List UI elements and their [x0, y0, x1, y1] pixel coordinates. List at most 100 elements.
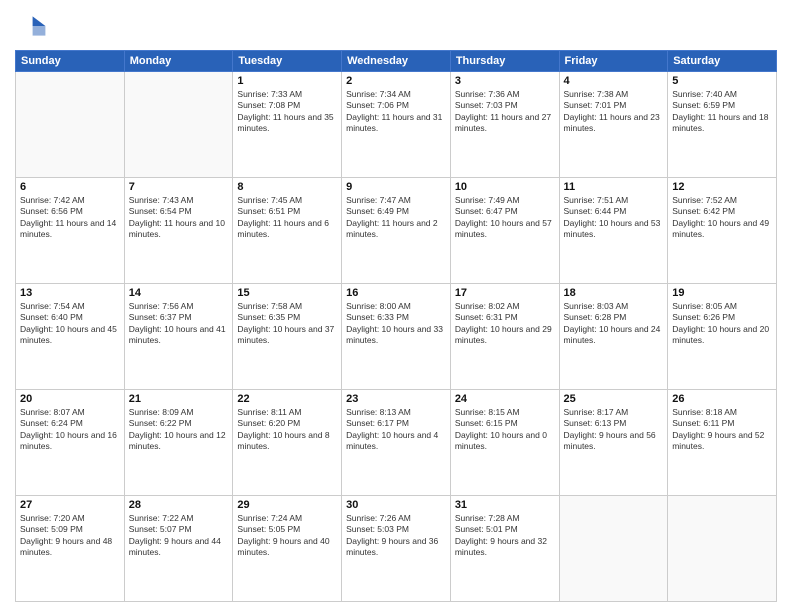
- calendar-cell: [668, 496, 777, 602]
- day-number: 17: [455, 287, 555, 299]
- calendar-cell: 25Sunrise: 8:17 AM Sunset: 6:13 PM Dayli…: [559, 390, 668, 496]
- cell-info: Sunrise: 8:11 AM Sunset: 6:20 PM Dayligh…: [237, 407, 337, 453]
- calendar-header-row: SundayMondayTuesdayWednesdayThursdayFrid…: [16, 51, 777, 72]
- day-number: 13: [20, 287, 120, 299]
- day-number: 3: [455, 75, 555, 87]
- weekday-header: Monday: [124, 51, 233, 72]
- weekday-header: Saturday: [668, 51, 777, 72]
- calendar-cell: 9Sunrise: 7:47 AM Sunset: 6:49 PM Daylig…: [342, 178, 451, 284]
- calendar-cell: 20 Sunrise: 8:07 AM Sunset: 6:24 PM Dayli…: [16, 390, 125, 496]
- cell-info: Sunrise: 7:43 AM Sunset: 6:54 PM Dayligh…: [129, 195, 229, 241]
- cell-info: Sunrise: 7:56 AM Sunset: 6:37 PM Dayligh…: [129, 301, 229, 347]
- cell-info: Sunrise: 7:26 AM Sunset: 5:03 PM Dayligh…: [346, 513, 446, 559]
- day-number: 30: [346, 499, 446, 511]
- calendar-cell: 26 Sunrise: 8:18 AM Sunset: 6:11 PM Dayli…: [668, 390, 777, 496]
- cell-info: Sunrise: 7:40 AM Sunset: 6:59 PM Dayligh…: [672, 89, 772, 135]
- calendar-week-row: 20 Sunrise: 8:07 AM Sunset: 6:24 PM Dayli…: [16, 390, 777, 496]
- calendar-cell: 23 Sunrise: 8:13 AM Sunset: 6:17 PM Dayli…: [342, 390, 451, 496]
- cell-info: Sunrise: 8:13 AM Sunset: 6:17 PM Dayligh…: [346, 407, 446, 453]
- day-number: 12: [672, 181, 772, 193]
- calendar-cell: 1Sunrise: 7:33 AM Sunset: 7:08 PM Daylig…: [233, 72, 342, 178]
- calendar-week-row: 1Sunrise: 7:33 AM Sunset: 7:08 PM Daylig…: [16, 72, 777, 178]
- calendar-cell: 24 Sunrise: 8:15 AM Sunset: 6:15 PM Dayli…: [450, 390, 559, 496]
- calendar-cell: 15 Sunrise: 7:58 AM Sunset: 6:35 PM Dayli…: [233, 284, 342, 390]
- cell-info: Sunrise: 7:58 AM Sunset: 6:35 PM Dayligh…: [237, 301, 337, 347]
- calendar-cell: 22 Sunrise: 8:11 AM Sunset: 6:20 PM Dayli…: [233, 390, 342, 496]
- day-number: 15: [237, 287, 337, 299]
- day-number: 27: [20, 499, 120, 511]
- cell-info: Sunrise: 7:52 AM Sunset: 6:42 PM Dayligh…: [672, 195, 772, 241]
- cell-info: Sunrise: 8:18 AM Sunset: 6:11 PM Dayligh…: [672, 407, 772, 453]
- cell-info: Sunrise: 7:38 AM Sunset: 7:01 PM Dayligh…: [564, 89, 664, 135]
- cell-info: Sunrise: 7:33 AM Sunset: 7:08 PM Dayligh…: [237, 89, 337, 135]
- cell-info: Sunrise: 7:49 AM Sunset: 6:47 PM Dayligh…: [455, 195, 555, 241]
- day-number: 11: [564, 181, 664, 193]
- calendar-cell: 6 Sunrise: 7:42 AM Sunset: 6:56 PM Daylig…: [16, 178, 125, 284]
- day-number: 26: [672, 393, 772, 405]
- logo: [15, 10, 51, 42]
- cell-info: Sunrise: 7:45 AM Sunset: 6:51 PM Dayligh…: [237, 195, 337, 241]
- day-number: 7: [129, 181, 229, 193]
- cell-info: Sunrise: 7:47 AM Sunset: 6:49 PM Dayligh…: [346, 195, 446, 241]
- calendar-cell: 19 Sunrise: 8:05 AM Sunset: 6:26 PM Dayli…: [668, 284, 777, 390]
- calendar-cell: 27 Sunrise: 7:20 AM Sunset: 5:09 PM Dayli…: [16, 496, 125, 602]
- calendar-cell: 10 Sunrise: 7:49 AM Sunset: 6:47 PM Dayli…: [450, 178, 559, 284]
- cell-info: Sunrise: 7:28 AM Sunset: 5:01 PM Dayligh…: [455, 513, 555, 559]
- calendar-week-row: 27 Sunrise: 7:20 AM Sunset: 5:09 PM Dayli…: [16, 496, 777, 602]
- weekday-header: Sunday: [16, 51, 125, 72]
- day-number: 24: [455, 393, 555, 405]
- calendar-cell: 7 Sunrise: 7:43 AM Sunset: 6:54 PM Daylig…: [124, 178, 233, 284]
- day-number: 6: [20, 181, 120, 193]
- cell-info: Sunrise: 8:02 AM Sunset: 6:31 PM Dayligh…: [455, 301, 555, 347]
- cell-info: Sunrise: 8:15 AM Sunset: 6:15 PM Dayligh…: [455, 407, 555, 453]
- day-number: 29: [237, 499, 337, 511]
- calendar-cell: 13Sunrise: 7:54 AM Sunset: 6:40 PM Dayli…: [16, 284, 125, 390]
- weekday-header: Friday: [559, 51, 668, 72]
- day-number: 16: [346, 287, 446, 299]
- calendar-cell: 5 Sunrise: 7:40 AM Sunset: 6:59 PM Daylig…: [668, 72, 777, 178]
- cell-info: Sunrise: 8:05 AM Sunset: 6:26 PM Dayligh…: [672, 301, 772, 347]
- cell-info: Sunrise: 7:51 AM Sunset: 6:44 PM Dayligh…: [564, 195, 664, 241]
- calendar-cell: 8 Sunrise: 7:45 AM Sunset: 6:51 PM Daylig…: [233, 178, 342, 284]
- day-number: 5: [672, 75, 772, 87]
- page: SundayMondayTuesdayWednesdayThursdayFrid…: [0, 0, 792, 612]
- day-number: 28: [129, 499, 229, 511]
- cell-info: Sunrise: 7:22 AM Sunset: 5:07 PM Dayligh…: [129, 513, 229, 559]
- weekday-header: Tuesday: [233, 51, 342, 72]
- weekday-header: Wednesday: [342, 51, 451, 72]
- calendar-cell: 3 Sunrise: 7:36 AM Sunset: 7:03 PM Daylig…: [450, 72, 559, 178]
- day-number: 4: [564, 75, 664, 87]
- cell-info: Sunrise: 8:00 AM Sunset: 6:33 PM Dayligh…: [346, 301, 446, 347]
- cell-info: Sunrise: 7:20 AM Sunset: 5:09 PM Dayligh…: [20, 513, 120, 559]
- calendar-cell: 4 Sunrise: 7:38 AM Sunset: 7:01 PM Daylig…: [559, 72, 668, 178]
- calendar-body: 1Sunrise: 7:33 AM Sunset: 7:08 PM Daylig…: [16, 72, 777, 602]
- calendar-week-row: 13Sunrise: 7:54 AM Sunset: 6:40 PM Dayli…: [16, 284, 777, 390]
- cell-info: Sunrise: 7:36 AM Sunset: 7:03 PM Dayligh…: [455, 89, 555, 135]
- cell-info: Sunrise: 8:07 AM Sunset: 6:24 PM Dayligh…: [20, 407, 120, 453]
- day-number: 21: [129, 393, 229, 405]
- calendar-week-row: 6 Sunrise: 7:42 AM Sunset: 6:56 PM Daylig…: [16, 178, 777, 284]
- day-number: 22: [237, 393, 337, 405]
- calendar-cell: [559, 496, 668, 602]
- day-number: 23: [346, 393, 446, 405]
- day-number: 2: [346, 75, 446, 87]
- calendar-cell: 17 Sunrise: 8:02 AM Sunset: 6:31 PM Dayli…: [450, 284, 559, 390]
- calendar-cell: [16, 72, 125, 178]
- calendar-cell: [124, 72, 233, 178]
- calendar-cell: 30 Sunrise: 7:26 AM Sunset: 5:03 PM Dayli…: [342, 496, 451, 602]
- day-number: 8: [237, 181, 337, 193]
- day-number: 20: [20, 393, 120, 405]
- cell-info: Sunrise: 8:17 AM Sunset: 6:13 PM Dayligh…: [564, 407, 664, 453]
- day-number: 19: [672, 287, 772, 299]
- cell-info: Sunrise: 7:24 AM Sunset: 5:05 PM Dayligh…: [237, 513, 337, 559]
- calendar-cell: 14Sunrise: 7:56 AM Sunset: 6:37 PM Dayli…: [124, 284, 233, 390]
- cell-info: Sunrise: 7:42 AM Sunset: 6:56 PM Dayligh…: [20, 195, 120, 241]
- calendar-cell: 11 Sunrise: 7:51 AM Sunset: 6:44 PM Dayli…: [559, 178, 668, 284]
- weekday-header: Thursday: [450, 51, 559, 72]
- calendar-cell: 21 Sunrise: 8:09 AM Sunset: 6:22 PM Dayli…: [124, 390, 233, 496]
- day-number: 31: [455, 499, 555, 511]
- calendar-cell: 12 Sunrise: 7:52 AM Sunset: 6:42 PM Dayli…: [668, 178, 777, 284]
- calendar-cell: 2Sunrise: 7:34 AM Sunset: 7:06 PM Daylig…: [342, 72, 451, 178]
- day-number: 10: [455, 181, 555, 193]
- cell-info: Sunrise: 8:09 AM Sunset: 6:22 PM Dayligh…: [129, 407, 229, 453]
